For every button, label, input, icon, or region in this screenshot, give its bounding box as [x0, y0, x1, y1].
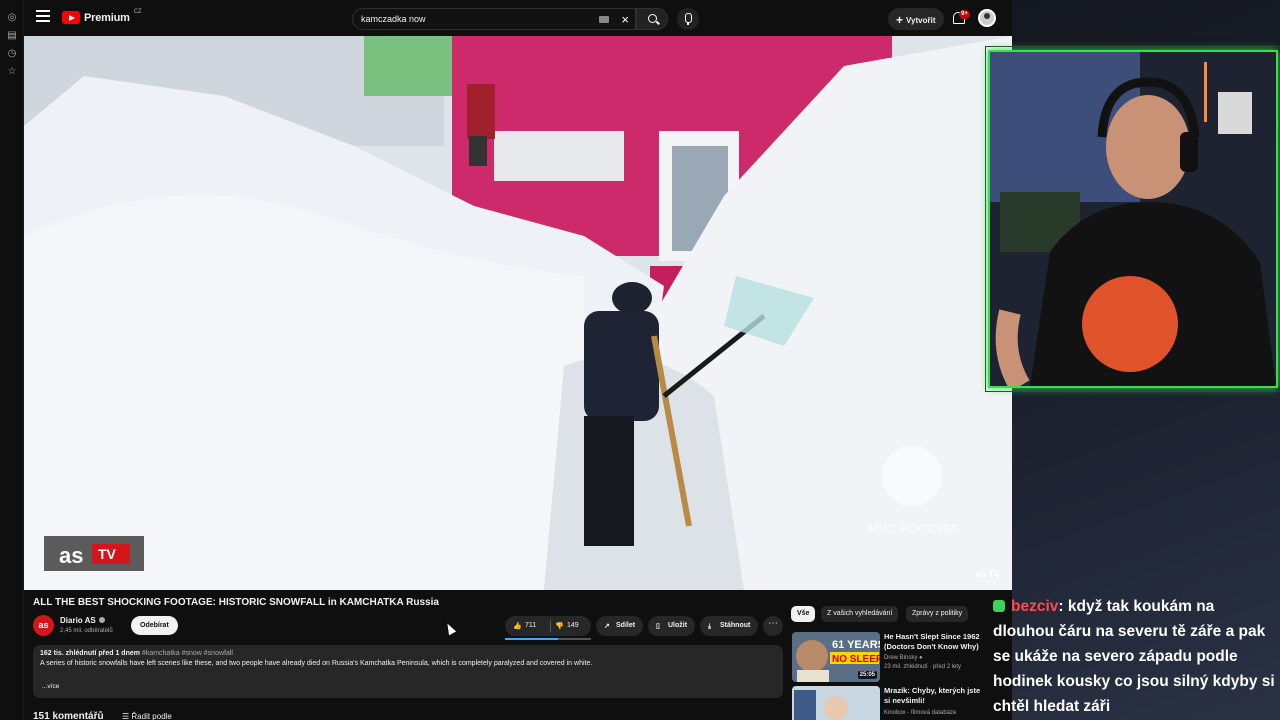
- video-duration: 25:05: [857, 671, 877, 679]
- channel-avatar[interactable]: as: [33, 615, 54, 636]
- save-label: Uložit: [668, 622, 688, 629]
- chip-all[interactable]: Vše: [791, 606, 816, 622]
- video-player[interactable]: МЧС РОССИИ as TV as TV: [24, 36, 1012, 590]
- chat-username[interactable]: bezciv: [1011, 598, 1058, 615]
- plus-icon: +: [896, 13, 904, 27]
- home-icon[interactable]: ◎: [6, 12, 18, 24]
- video-title: ALL THE BEST SHOCKING FOOTAGE: HISTORIC …: [33, 597, 439, 608]
- bookmark-icon: ▯: [656, 623, 660, 630]
- keyboard-icon[interactable]: [599, 16, 609, 23]
- like-count: 711: [525, 622, 537, 629]
- related-channel[interactable]: Kinobox - filmová databáze: [884, 710, 956, 716]
- divider: [550, 620, 551, 632]
- agency-watermark: МЧС РОССИИ: [868, 521, 956, 536]
- history-icon[interactable]: ◷: [6, 48, 18, 60]
- star-icon[interactable]: ☆: [6, 66, 18, 78]
- chat-message: bezciv: když tak koukám na dlouhou čáru …: [993, 594, 1277, 719]
- verified-icon: ●: [919, 655, 923, 661]
- save-button[interactable]: ▯ Uložit: [648, 616, 696, 636]
- thumb-text-2: NO SLEEP: [832, 654, 880, 665]
- search-input[interactable]: kamczadka now ×: [352, 8, 636, 30]
- download-label: Stáhnout: [720, 622, 751, 629]
- corner-logo: as TV: [976, 569, 1000, 579]
- sort-icon: ☰: [122, 712, 132, 720]
- share-label: Sdílet: [616, 622, 636, 629]
- thumb-text-1: 61 YEARS: [832, 639, 880, 651]
- related-video[interactable]: Mrazík: Chyby, kterých jste si nevšimli!…: [792, 686, 988, 720]
- country-code: CZ: [133, 8, 142, 15]
- video-thumbnail[interactable]: [792, 686, 880, 720]
- related-meta: 23 mil. zhlédnutí · před 2 lety: [884, 664, 962, 670]
- channel-name[interactable]: Diario AS: [60, 616, 105, 625]
- description-box[interactable]: 162 tis. zhlédnutí před 1 dnem #kamchatk…: [33, 645, 783, 698]
- notifications-badge: 9+: [959, 10, 970, 19]
- create-label: Vytvořit: [906, 16, 936, 25]
- video-frame: МЧС РОССИИ as TV as TV: [24, 36, 1012, 590]
- view-stats: 162 tis. zhlédnutí před 1 dnem #kamchatk…: [40, 650, 776, 657]
- like-button[interactable]: 👍 711: [513, 621, 536, 630]
- clear-search-icon[interactable]: ×: [621, 12, 629, 27]
- subscriptions-icon[interactable]: ▤: [6, 30, 18, 42]
- download-button[interactable]: ⤓ Stáhnout: [700, 616, 759, 636]
- chip-politics-news[interactable]: Zprávy z politiky: [906, 606, 969, 622]
- related-channel-name: Drew Binsky: [884, 655, 918, 661]
- chat-badge-icon: [993, 600, 1005, 612]
- channel-watermark-tv: TV: [98, 546, 117, 562]
- sort-comments-button[interactable]: ☰ Řadit podle: [122, 712, 172, 720]
- menu-icon[interactable]: [36, 10, 50, 24]
- comment-count: 151 komentářů: [33, 711, 104, 720]
- top-bar: Premium CZ kamczadka now × + Vytvořit 9+: [24, 0, 1012, 36]
- mini-guide: ◎ ▤ ◷ ☆: [0, 0, 24, 720]
- like-ratio-bar: [505, 638, 591, 640]
- youtube-play-icon: [62, 11, 80, 24]
- subscribe-button[interactable]: Odebírat: [131, 616, 178, 635]
- search-icon: [648, 14, 657, 23]
- subscriber-count: 2,45 mil. odběratelů: [60, 628, 113, 634]
- download-icon: ⤓: [708, 623, 712, 630]
- mouse-cursor-icon: [443, 621, 457, 636]
- dislike-count: 149: [567, 622, 579, 629]
- chip-from-searches[interactable]: Z vašich vyhledávání: [821, 606, 899, 622]
- related-channel[interactable]: Drew Binsky ●: [884, 655, 923, 661]
- verified-icon: [98, 617, 105, 623]
- description-text: A series of historic snowfalls have left…: [40, 660, 593, 667]
- video-thumbnail[interactable]: 61 YEARS NO SLEEP 25:05: [792, 632, 880, 682]
- account-avatar[interactable]: [978, 9, 996, 27]
- webcam-overlay: [988, 50, 1278, 388]
- streamer-webcam: [990, 52, 1276, 386]
- sort-label: Řadit podle: [131, 712, 172, 720]
- search-button[interactable]: [636, 8, 668, 30]
- thumbnail-image: [792, 686, 880, 720]
- related-title[interactable]: Mrazík: Chyby, kterých jste si nevšimli!: [884, 686, 984, 706]
- views-date: 162 tis. zhlédnutí před 1 dnem: [40, 650, 140, 657]
- share-icon: ↗: [604, 623, 610, 630]
- more-actions-icon[interactable]: ⋯: [763, 616, 783, 636]
- create-button[interactable]: + Vytvořit: [888, 8, 944, 30]
- related-video[interactable]: 61 YEARS NO SLEEP 25:05 He Hasn't Slept …: [792, 632, 988, 684]
- description-more-link[interactable]: ...více: [42, 683, 59, 690]
- hashtags[interactable]: #kamchatka #snow #snowfall: [142, 650, 233, 657]
- voice-search-icon[interactable]: [677, 8, 699, 30]
- related-title[interactable]: He Hasn't Slept Since 1962 (Doctors Don'…: [884, 632, 984, 652]
- dislike-button[interactable]: 👎 149: [555, 621, 579, 630]
- channel-watermark: as: [59, 543, 83, 568]
- thumbs-up-icon: 👍: [513, 623, 522, 630]
- share-button[interactable]: ↗ Sdílet: [596, 616, 644, 636]
- like-dislike-group: 👍 711 👎 149: [505, 616, 591, 640]
- channel-name-text: Diario AS: [60, 616, 96, 625]
- search-value: kamczadka now: [361, 14, 426, 24]
- chat-text: : když tak koukám na dlouhou čáru na sev…: [993, 598, 1275, 715]
- thumbs-down-icon: 👎: [555, 623, 564, 630]
- youtube-logo[interactable]: Premium CZ: [62, 8, 142, 24]
- brand-label: Premium: [84, 11, 130, 24]
